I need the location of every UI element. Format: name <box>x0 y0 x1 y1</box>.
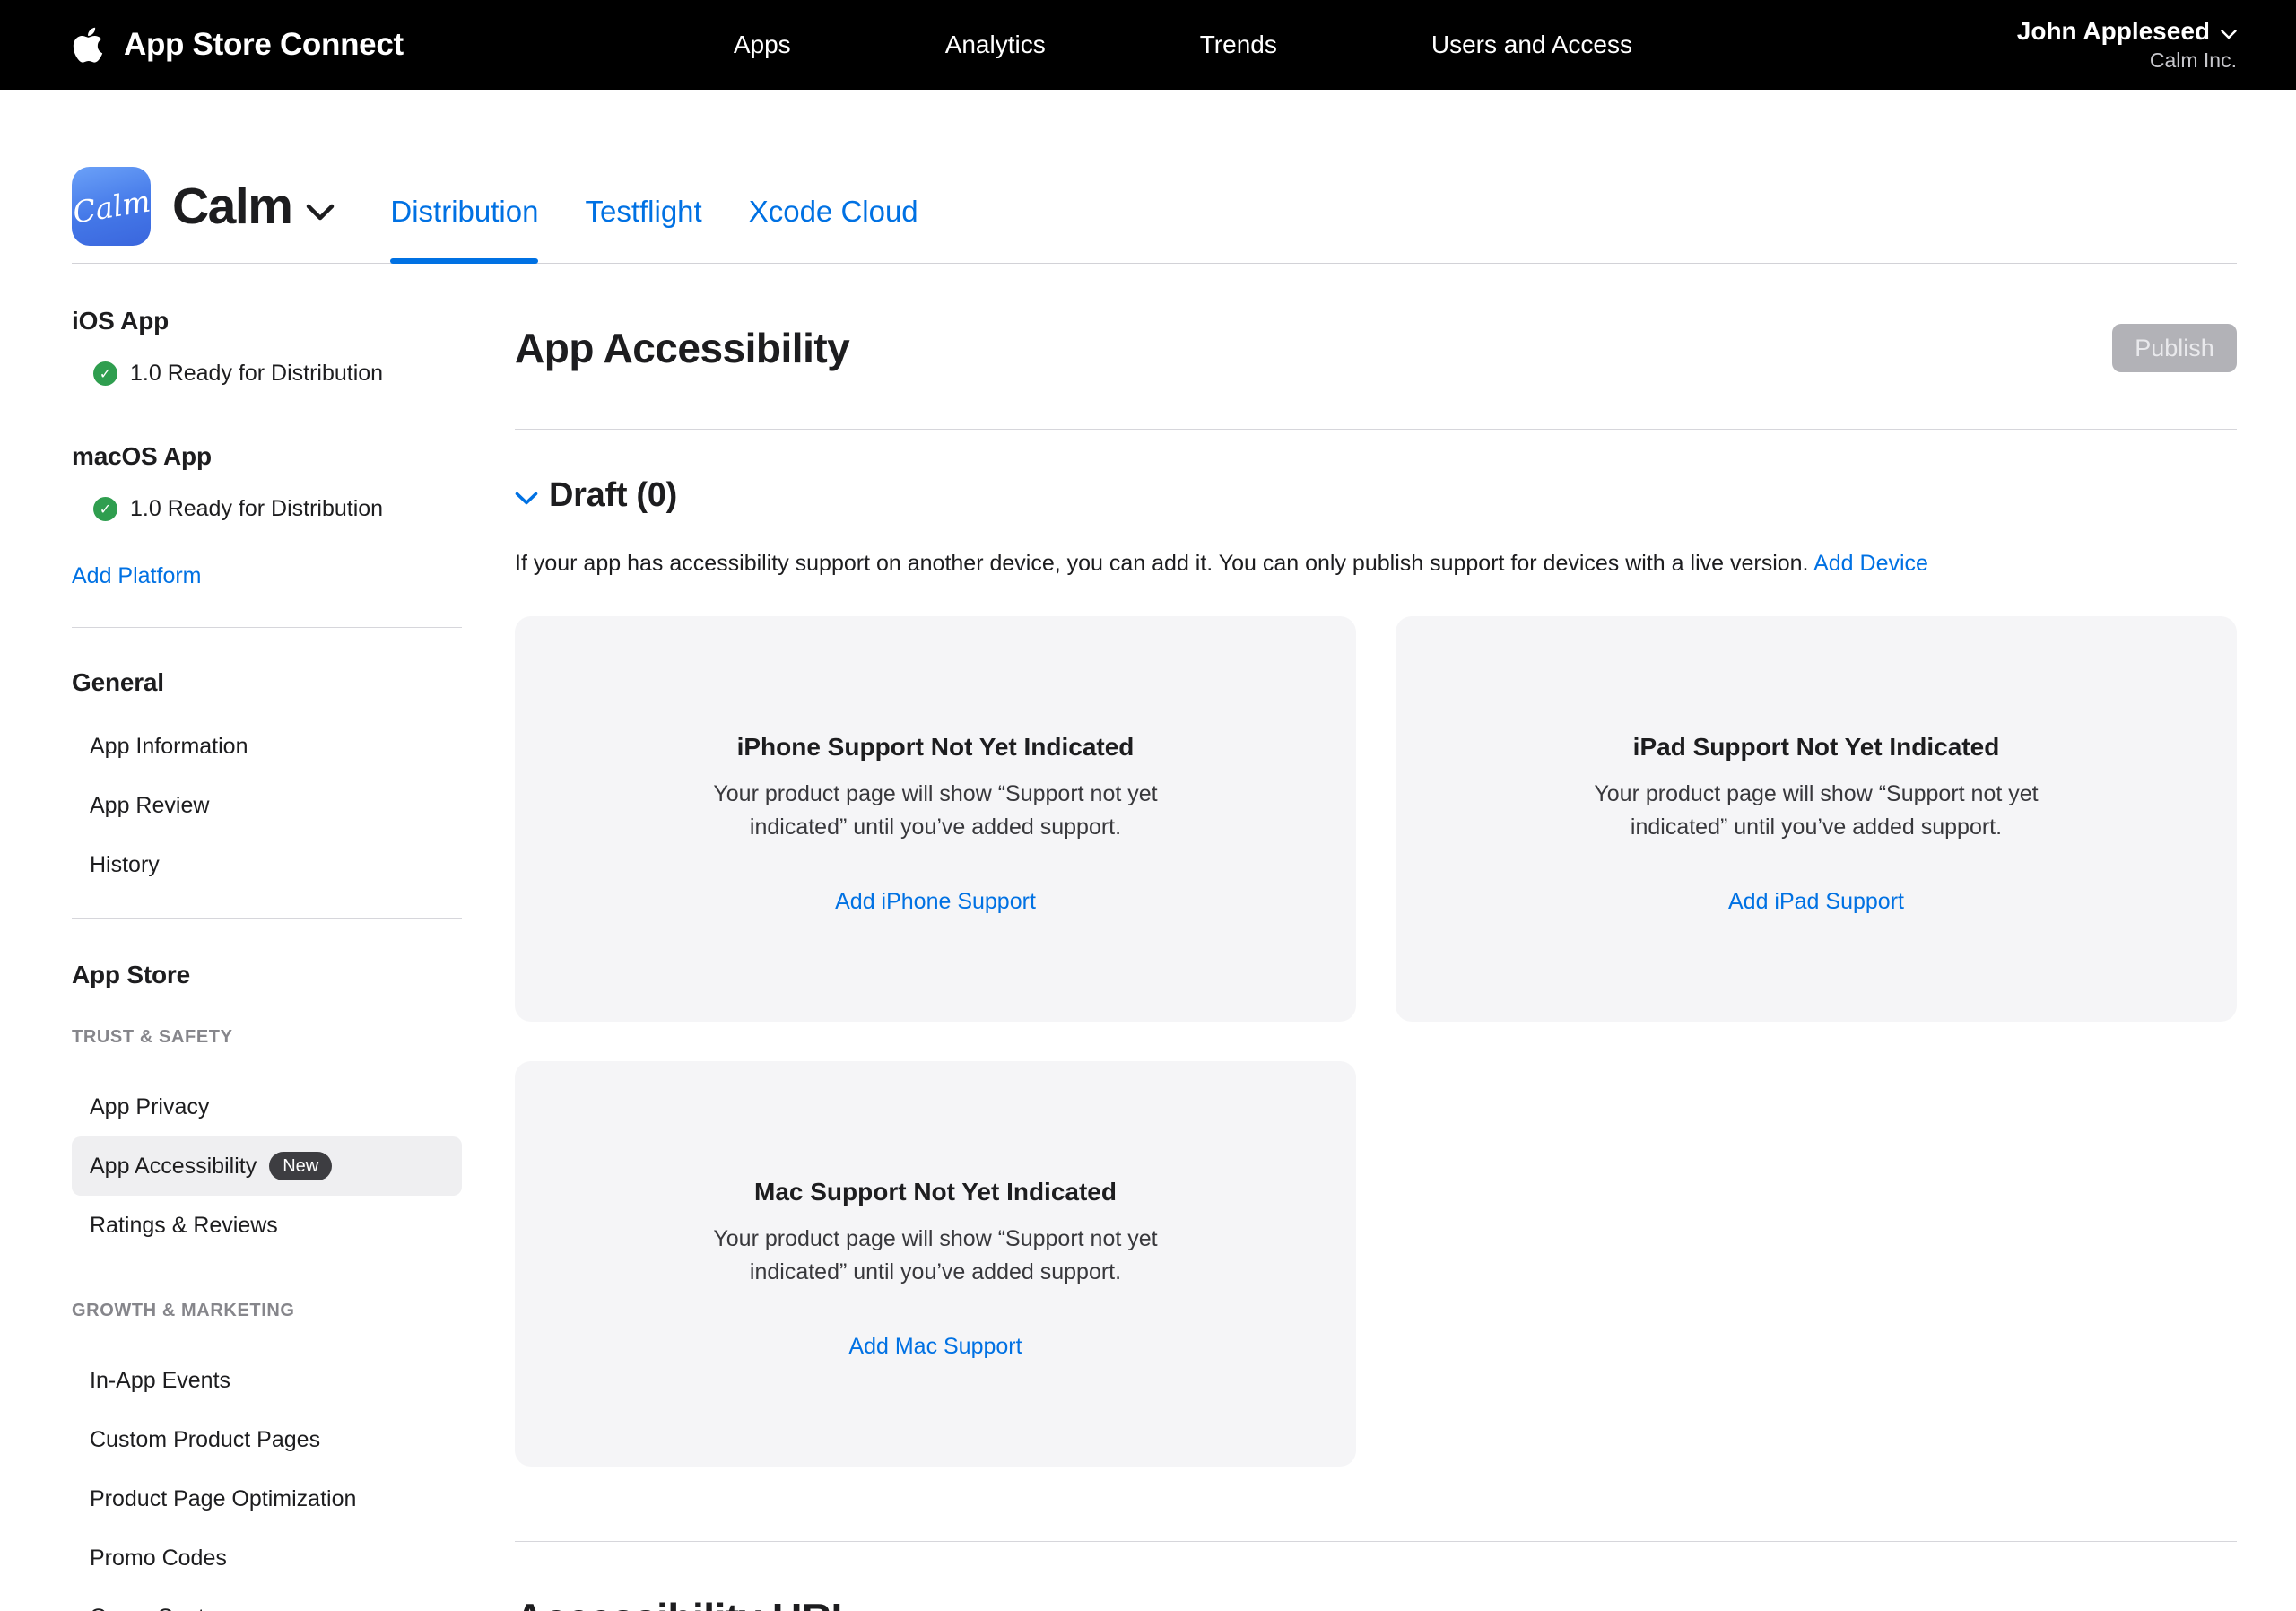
sidebar: iOS App ✓ 1.0 Ready for Distribution mac… <box>72 264 462 1611</box>
divider <box>72 627 462 628</box>
general-list: App Information App Review History <box>72 717 462 894</box>
primary-nav: Apps Analytics Trends Users and Access <box>734 30 1632 59</box>
card-body: Your product page will show “Support not… <box>1561 778 2072 844</box>
sidebar-item-label: Game Center <box>90 1605 224 1611</box>
sidebar-item-label: App Review <box>90 793 209 819</box>
growth-marketing-list: In-App Events Custom Product Pages Produ… <box>72 1351 462 1611</box>
top-navigation-bar: App Store Connect Apps Analytics Trends … <box>0 0 2296 90</box>
platform-heading-macos: macOS App <box>72 442 462 471</box>
main-panel: App Accessibility Publish Draft (0) If y… <box>515 264 2237 1611</box>
mac-support-card: Mac Support Not Yet Indicated Your produ… <box>515 1061 1356 1467</box>
checkmark-icon: ✓ <box>93 361 117 386</box>
add-mac-support-link[interactable]: Add Mac Support <box>848 1334 1022 1360</box>
apple-logo-icon <box>72 25 104 65</box>
card-title: iPhone Support Not Yet Indicated <box>737 733 1135 762</box>
ipad-support-card: iPad Support Not Yet Indicated Your prod… <box>1396 616 2237 1022</box>
platform-status-text: 1.0 Ready for Distribution <box>130 496 383 522</box>
sidebar-item-label: Product Page Optimization <box>90 1486 356 1512</box>
chevron-down-icon <box>306 193 335 221</box>
sidebar-item-app-privacy[interactable]: App Privacy <box>72 1077 462 1136</box>
app-identity: Calm Calm <box>72 167 335 263</box>
sidebar-item-label: Ratings & Reviews <box>90 1213 278 1239</box>
trust-safety-list: App Privacy App Accessibility New Rating… <box>72 1077 462 1255</box>
growth-marketing-caption: GROWTH & MARKETING <box>72 1301 462 1321</box>
chevron-down-icon <box>2221 17 2237 46</box>
sidebar-item-product-page-optimization[interactable]: Product Page Optimization <box>72 1469 462 1528</box>
sidebar-item-label: History <box>90 852 160 878</box>
user-organization: Calm Inc. <box>2017 48 2237 73</box>
sidebar-item-label: Promo Codes <box>90 1546 227 1572</box>
nav-trends[interactable]: Trends <box>1200 30 1277 59</box>
nav-analytics[interactable]: Analytics <box>945 30 1046 59</box>
add-iphone-support-link[interactable]: Add iPhone Support <box>835 889 1036 915</box>
user-name: John Appleseed <box>2017 17 2210 46</box>
sidebar-item-history[interactable]: History <box>72 835 462 894</box>
brand[interactable]: App Store Connect <box>72 25 404 65</box>
tab-distribution[interactable]: Distribution <box>390 195 538 263</box>
sidebar-item-custom-product-pages[interactable]: Custom Product Pages <box>72 1410 462 1469</box>
brand-name: App Store Connect <box>124 27 404 63</box>
divider <box>72 918 462 919</box>
add-platform-link[interactable]: Add Platform <box>72 563 202 589</box>
sidebar-item-app-information[interactable]: App Information <box>72 717 462 776</box>
sidebar-item-label: App Privacy <box>90 1094 209 1120</box>
card-title: iPad Support Not Yet Indicated <box>1633 733 2000 762</box>
content: iOS App ✓ 1.0 Ready for Distribution mac… <box>0 264 2296 1611</box>
card-body: Your product page will show “Support not… <box>680 778 1191 844</box>
sidebar-item-app-accessibility[interactable]: App Accessibility New <box>72 1136 462 1196</box>
draft-description-text: If your app has accessibility support on… <box>515 551 1809 576</box>
sidebar-item-label: App Information <box>90 734 248 760</box>
card-title: Mac Support Not Yet Indicated <box>754 1178 1117 1206</box>
platform-heading-ios: iOS App <box>72 307 462 335</box>
add-ipad-support-link[interactable]: Add iPad Support <box>1728 889 1904 915</box>
sidebar-item-label: App Accessibility <box>90 1154 257 1180</box>
app-store-heading: App Store <box>72 961 462 989</box>
page-title: App Accessibility <box>515 324 849 372</box>
calm-app-icon: Calm <box>72 167 151 246</box>
accessibility-url-heading: Accessibility URL <box>515 1594 2237 1611</box>
platform-status-text: 1.0 Ready for Distribution <box>130 361 383 387</box>
draft-section-toggle[interactable]: Draft (0) <box>515 476 2237 515</box>
divider <box>515 429 2237 430</box>
support-cards: iPhone Support Not Yet Indicated Your pr… <box>515 616 2237 1467</box>
app-switcher[interactable]: Calm <box>172 177 335 236</box>
divider <box>515 1541 2237 1542</box>
chevron-down-icon <box>515 487 538 505</box>
app-header: Calm Calm Distribution Testflight Xcode … <box>72 90 2237 264</box>
platform-status-ios: ✓ 1.0 Ready for Distribution <box>93 361 462 387</box>
checkmark-icon: ✓ <box>93 497 117 521</box>
user-menu[interactable]: John Appleseed Calm Inc. <box>2017 17 2237 73</box>
sidebar-item-label: Custom Product Pages <box>90 1427 320 1453</box>
sidebar-item-promo-codes[interactable]: Promo Codes <box>72 1528 462 1588</box>
app-title: Calm <box>172 177 291 236</box>
sidebar-item-app-review[interactable]: App Review <box>72 776 462 835</box>
iphone-support-card: iPhone Support Not Yet Indicated Your pr… <box>515 616 1356 1022</box>
nav-apps[interactable]: Apps <box>734 30 791 59</box>
sidebar-item-game-center[interactable]: Game Center <box>72 1588 462 1611</box>
sidebar-item-ratings-reviews[interactable]: Ratings & Reviews <box>72 1196 462 1255</box>
draft-heading: Draft (0) <box>549 476 677 515</box>
publish-button[interactable]: Publish <box>2112 324 2237 372</box>
card-body: Your product page will show “Support not… <box>680 1223 1191 1289</box>
draft-description: If your app has accessibility support on… <box>515 551 2237 577</box>
main-header: App Accessibility Publish <box>515 324 2237 372</box>
calm-icon-script: Calm <box>70 183 152 230</box>
new-badge: New <box>269 1152 332 1180</box>
sidebar-item-in-app-events[interactable]: In-App Events <box>72 1351 462 1410</box>
sidebar-item-label: In-App Events <box>90 1368 230 1394</box>
platform-status-macos: ✓ 1.0 Ready for Distribution <box>93 496 462 522</box>
general-heading: General <box>72 668 462 697</box>
nav-users-and-access[interactable]: Users and Access <box>1431 30 1632 59</box>
add-device-link[interactable]: Add Device <box>1813 551 1928 576</box>
tab-testflight[interactable]: Testflight <box>585 195 701 263</box>
tab-xcode-cloud[interactable]: Xcode Cloud <box>749 195 918 263</box>
app-tabs: Distribution Testflight Xcode Cloud <box>390 195 918 263</box>
trust-safety-caption: TRUST & SAFETY <box>72 1027 462 1048</box>
